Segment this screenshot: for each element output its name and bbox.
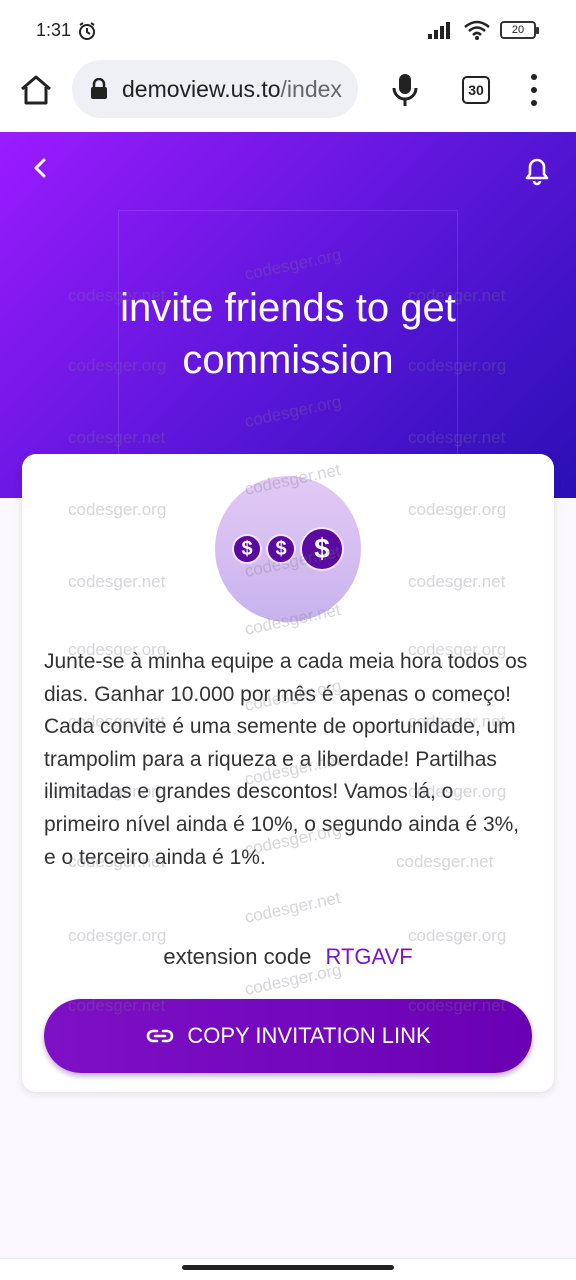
extension-code-row: extension code RTGAVF (22, 944, 554, 970)
dollar-coin-icon: $ (266, 534, 296, 564)
signal-icon (428, 22, 450, 39)
overflow-menu-icon[interactable] (526, 74, 542, 106)
status-time: 1:31 (36, 20, 97, 41)
extension-code-value[interactable]: RTGAVF (325, 944, 412, 969)
microphone-icon[interactable] (390, 72, 420, 108)
extension-code-label: extension code (163, 944, 312, 969)
hero-banner: invite friends to get commission (0, 132, 576, 498)
battery-icon: 20 (500, 21, 539, 39)
tab-count: 30 (468, 82, 484, 98)
status-indicators: 20 (428, 20, 539, 40)
back-arrow-icon[interactable] (28, 156, 52, 180)
page-title: invite friends to get commission (120, 286, 456, 382)
coins-illustration: $ $ $ (215, 476, 361, 622)
copy-button-label: COPY INVITATION LINK (187, 1023, 431, 1048)
copy-invitation-link-button[interactable]: COPY INVITATION LINK (44, 999, 532, 1073)
url-text[interactable]: demoview.us.to/index (122, 76, 342, 103)
lock-icon (91, 78, 107, 99)
url-bar[interactable]: demoview.us.to/index (72, 60, 358, 118)
wifi-icon (464, 20, 490, 40)
tab-switcher-button[interactable]: 30 (462, 76, 490, 104)
status-bar: 1:31 20 (0, 0, 576, 60)
gesture-handle[interactable] (182, 1265, 394, 1270)
bell-icon[interactable] (522, 154, 552, 186)
clock-text: 1:31 (36, 20, 72, 40)
alarm-icon (79, 21, 96, 40)
url-host: demoview.us.to (122, 75, 281, 102)
invite-description: Junte-se à minha equipe a cada meia hora… (44, 650, 528, 869)
link-icon (147, 1029, 174, 1043)
url-path: /index (280, 75, 342, 102)
dollar-coin-icon: $ (232, 534, 262, 564)
home-icon[interactable] (18, 72, 54, 108)
navigation-divider (0, 1258, 576, 1259)
browser-toolbar: demoview.us.to/index 30 (0, 60, 576, 132)
dollar-coin-icon: $ (300, 527, 344, 571)
invite-card: $ $ $ Junte-se à minha equipe a cada mei… (22, 454, 554, 1092)
battery-level: 20 (511, 24, 525, 36)
